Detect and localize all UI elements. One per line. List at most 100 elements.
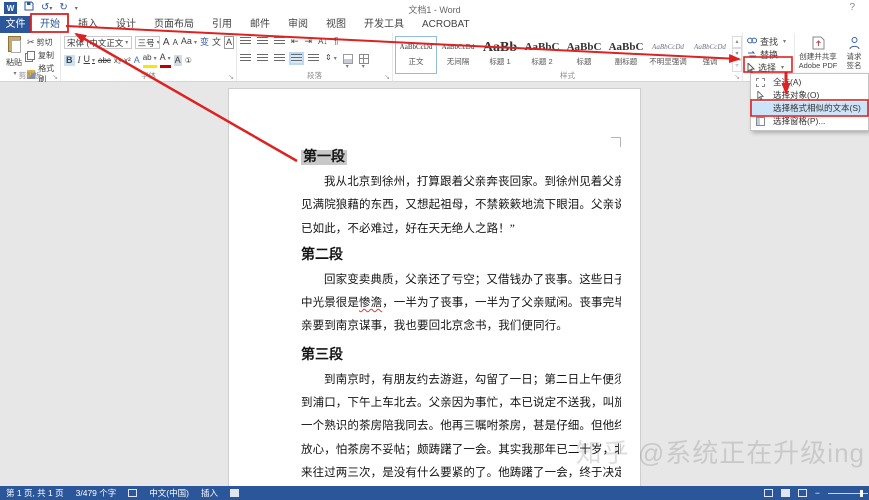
doc-text[interactable]: ，一半为了丧事，一半为了父亲赋闲。丧事完毕，父 xyxy=(382,297,621,309)
tab-mailings[interactable]: 邮件 xyxy=(241,16,279,33)
zoom-slider[interactable] xyxy=(828,489,868,497)
shrink-font-button[interactable]: A xyxy=(173,37,178,48)
strikethrough-button[interactable]: abc xyxy=(98,55,111,66)
enclose-characters-button[interactable]: ① xyxy=(185,55,192,66)
macro-record-icon[interactable] xyxy=(229,489,239,497)
document-page[interactable]: 第一段 我从北京到徐州，打算跟着父亲奔丧回家。到徐州见着父亲，看 见满院狼藉的东… xyxy=(228,88,641,486)
copy-button[interactable]: 复制 xyxy=(27,50,54,61)
doc-text[interactable]: 中光景很是 xyxy=(301,297,359,309)
font-color-button[interactable]: A xyxy=(159,52,171,68)
align-left-button[interactable] xyxy=(240,54,251,63)
doc-line[interactable]: 中光景很是惨澹，一半为了丧事，一半为了父亲赋闲。丧事完毕，父 xyxy=(301,292,621,315)
line-spacing-button[interactable]: ⇕ xyxy=(325,52,337,65)
paragraph-dialog-launcher[interactable]: ↘ xyxy=(384,73,390,81)
styles-scroll-down-button[interactable]: ▾ xyxy=(732,48,742,60)
language-indicator[interactable]: 中文(中国) xyxy=(149,487,189,499)
cut-button[interactable]: ✂ 剪切 xyxy=(27,37,53,48)
grow-font-button[interactable]: A xyxy=(163,37,170,48)
menu-item-select-objects[interactable]: 选择对象(O) xyxy=(751,89,868,102)
create-share-pdf-button[interactable]: 创建并共享 Adobe PDF xyxy=(797,36,839,70)
shading-button[interactable] xyxy=(342,53,353,64)
increase-indent-button[interactable]: ⇥ xyxy=(305,36,313,47)
tab-view[interactable]: 视图 xyxy=(317,16,355,33)
insert-mode-indicator[interactable]: 插入 xyxy=(201,487,218,499)
style-subtitle[interactable]: AaBbC 副标题 xyxy=(605,36,647,74)
font-dialog-launcher[interactable]: ↘ xyxy=(228,73,234,81)
tab-insert[interactable]: 插入 xyxy=(69,16,107,33)
styles-dialog-launcher[interactable]: ↘ xyxy=(734,73,740,81)
sort-button[interactable]: A↓ xyxy=(318,36,327,47)
menu-item-select-all[interactable]: 全选(A) xyxy=(751,76,868,89)
style-emphasis[interactable]: AaBbCcDd 强调 xyxy=(689,36,731,74)
ruby-text-icon[interactable]: 文 xyxy=(212,37,221,48)
tab-references[interactable]: 引用 xyxy=(203,16,241,33)
character-shading-button[interactable]: A xyxy=(173,54,182,66)
style-title[interactable]: AaBbC 标题 xyxy=(563,36,605,74)
print-layout-button[interactable] xyxy=(781,489,791,497)
replace-button[interactable]: 替换 xyxy=(747,48,778,61)
doc-heading-2[interactable]: 第二段 xyxy=(301,243,621,269)
tab-page-layout[interactable]: 页面布局 xyxy=(145,16,203,33)
decrease-indent-button[interactable]: ⇤ xyxy=(291,36,299,47)
borders-button[interactable] xyxy=(358,53,369,64)
doc-line[interactable]: 放心，怕茶房不妥帖；颇踌躇了一会。其实我那年已二十岁，北京已 xyxy=(301,439,621,462)
proofing-status-icon[interactable] xyxy=(128,489,138,497)
style-heading2[interactable]: AaBbC 标题 2 xyxy=(521,36,563,74)
font-size-select[interactable]: 三号 xyxy=(134,36,160,49)
tab-home[interactable]: 开始 xyxy=(31,16,69,33)
distribute-button[interactable] xyxy=(308,54,319,63)
styles-scroll-up-button[interactable]: ▴ xyxy=(732,36,742,48)
font-name-select[interactable]: 宋体 (中文正文 xyxy=(64,36,132,49)
zoom-out-button[interactable]: − xyxy=(815,488,820,498)
zoom-slider-handle[interactable] xyxy=(860,489,863,497)
align-center-button[interactable] xyxy=(257,54,268,63)
menu-item-select-similar-formatting[interactable]: 选择格式相似的文本(S) xyxy=(751,102,868,115)
justify-button[interactable] xyxy=(289,52,304,65)
doc-line[interactable]: 回家变卖典质，父亲还了亏空；又借钱办了丧事。这些日子，家 xyxy=(301,269,621,292)
misspelled-word[interactable]: 惨澹 xyxy=(359,297,382,309)
doc-heading-1[interactable]: 第一段 xyxy=(301,145,621,171)
word-count[interactable]: 3/479 个字 xyxy=(76,487,117,499)
doc-line[interactable]: 见满院狼藉的东西，又想起祖母，不禁簌簌地流下眼泪。父亲说：“事 xyxy=(301,194,621,217)
tab-acrobat[interactable]: ACROBAT xyxy=(413,16,479,33)
doc-line[interactable]: 到浦口，下午上车北去。父亲因为事忙，本已说定不送我，叫旅馆里 xyxy=(301,392,621,415)
clipboard-dialog-launcher[interactable]: ↘ xyxy=(52,73,58,81)
subscript-button[interactable]: x₂ xyxy=(114,55,121,66)
doc-heading-3[interactable]: 第三段 xyxy=(301,343,621,369)
show-marks-button[interactable]: ¶ xyxy=(333,36,338,47)
doc-line[interactable]: 亲要到南京谋事，我也要回北京念书，我们便同行。 xyxy=(301,315,621,338)
read-mode-button[interactable] xyxy=(764,489,774,497)
tab-developer[interactable]: 开发工具 xyxy=(355,16,413,33)
italic-button[interactable]: I xyxy=(78,55,81,66)
menu-item-selection-pane[interactable]: 选择窗格(P)... xyxy=(751,115,868,128)
help-icon[interactable]: ? xyxy=(849,2,855,13)
align-right-button[interactable] xyxy=(274,54,285,63)
style-normal[interactable]: AaBbCcDd 正文 xyxy=(395,36,437,74)
page-indicator[interactable]: 第 1 页, 共 1 页 xyxy=(6,487,64,499)
character-border-icon[interactable]: A xyxy=(223,36,234,49)
bullets-button[interactable] xyxy=(240,37,251,46)
style-heading1[interactable]: AaBb 标题 1 xyxy=(479,36,521,74)
underline-button[interactable]: U xyxy=(84,54,96,67)
text-effects-button[interactable]: A xyxy=(134,55,140,66)
doc-line[interactable]: 来往过两三次，是没有什么要紧的了。他踌躇了一会，终于决定还是 xyxy=(301,462,621,485)
selected-text[interactable]: 第一段 xyxy=(301,150,347,165)
tab-file[interactable]: 文件 xyxy=(0,16,31,33)
request-signatures-button[interactable]: 请求 签名 xyxy=(841,36,867,70)
numbering-button[interactable] xyxy=(257,37,268,46)
tab-review[interactable]: 审阅 xyxy=(279,16,317,33)
doc-line[interactable]: 我从北京到徐州，打算跟着父亲奔丧回家。到徐州见着父亲，看 xyxy=(301,171,621,194)
style-no-spacing[interactable]: AaBbCcDd 无间隔 xyxy=(437,36,479,74)
style-subtle-emphasis[interactable]: AaBbCcDd 不明显强调 xyxy=(647,36,689,74)
phonetic-guide-icon[interactable]: 变 xyxy=(200,37,209,48)
doc-line[interactable]: 已如此，不必难过，好在天无绝人之路！” xyxy=(301,218,621,241)
doc-line[interactable]: 到南京时，有朋友约去游逛，勾留了一日；第二日上午便须渡江 xyxy=(301,369,621,392)
change-case-button[interactable]: Aa xyxy=(181,36,197,49)
doc-line[interactable]: 一个熟识的茶房陪我同去。他再三嘱咐茶房，甚是仔细。但他终于不 xyxy=(301,415,621,438)
web-layout-button[interactable] xyxy=(798,489,808,497)
superscript-button[interactable]: x² xyxy=(124,55,131,66)
bold-button[interactable]: B xyxy=(64,54,75,66)
highlight-color-button[interactable]: ab xyxy=(142,52,157,68)
multilevel-list-button[interactable] xyxy=(274,37,285,46)
find-button[interactable]: 查找 xyxy=(747,35,786,48)
